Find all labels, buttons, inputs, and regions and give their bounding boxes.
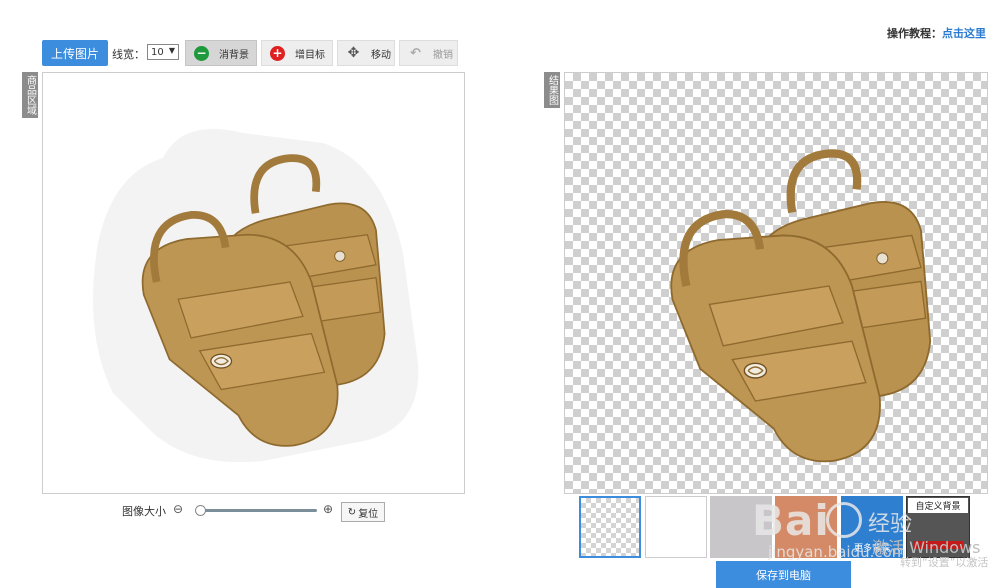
custom-background-label: 自定义背景 xyxy=(908,498,968,513)
line-width-label: 线宽： xyxy=(112,48,145,61)
reset-button[interactable]: ↻ 复位 xyxy=(341,502,385,522)
add-target-button[interactable]: + 增目标 xyxy=(261,40,333,66)
reset-label: 复位 xyxy=(358,508,379,520)
zoom-slider-track[interactable] xyxy=(197,509,317,512)
upload-image-button[interactable]: 上传图片 xyxy=(42,40,108,66)
line-width-value: 10 xyxy=(151,46,164,58)
undo-icon: ↶ xyxy=(410,45,421,61)
minus-circle-icon: − xyxy=(194,45,209,61)
erase-background-label: 消背景 xyxy=(219,49,249,61)
undo-label: 撤销 xyxy=(433,49,453,61)
undo-button[interactable]: ↶ 撤销 xyxy=(399,40,458,66)
zoom-in-icon[interactable]: ⊕ xyxy=(323,502,333,516)
add-target-label: 增目标 xyxy=(295,49,325,61)
tutorial-link[interactable]: 点击这里 xyxy=(942,27,986,40)
reset-icon: ↻ xyxy=(347,506,357,518)
move-arrows-icon: ✥ xyxy=(347,45,360,61)
tutorial-label: 操作教程： xyxy=(887,27,942,40)
result-image xyxy=(565,73,987,493)
move-button[interactable]: ✥ 移动 xyxy=(337,40,395,66)
product-area-tab: 商品区域 xyxy=(22,72,38,118)
paw-logo-icon xyxy=(826,502,862,538)
plus-circle-icon: + xyxy=(270,45,285,61)
result-canvas xyxy=(564,72,988,494)
zoom-slider-handle[interactable] xyxy=(195,505,207,516)
bg-thumb-white[interactable] xyxy=(645,496,707,558)
zoom-out-icon[interactable]: ⊖ xyxy=(173,502,183,516)
bg-thumb-transparent[interactable] xyxy=(579,496,641,558)
source-image xyxy=(93,128,419,463)
activate-windows-hint: 转到“设置”以激活 xyxy=(900,556,989,569)
result-tab: 结果图 xyxy=(544,72,560,108)
tutorial-line: 操作教程：点击这里 xyxy=(887,25,986,41)
chevron-down-icon: ▼ xyxy=(168,46,175,55)
image-size-label: 图像大小 xyxy=(122,505,166,518)
erase-background-button[interactable]: − 消背景 xyxy=(185,40,257,66)
line-width-select[interactable]: 10 ▼ xyxy=(147,44,179,60)
move-label: 移动 xyxy=(371,49,391,61)
product-area-canvas[interactable] xyxy=(42,72,465,494)
watermark-bai: Bai xyxy=(752,496,830,545)
save-to-computer-button[interactable]: 保存到电脑 xyxy=(716,561,851,588)
